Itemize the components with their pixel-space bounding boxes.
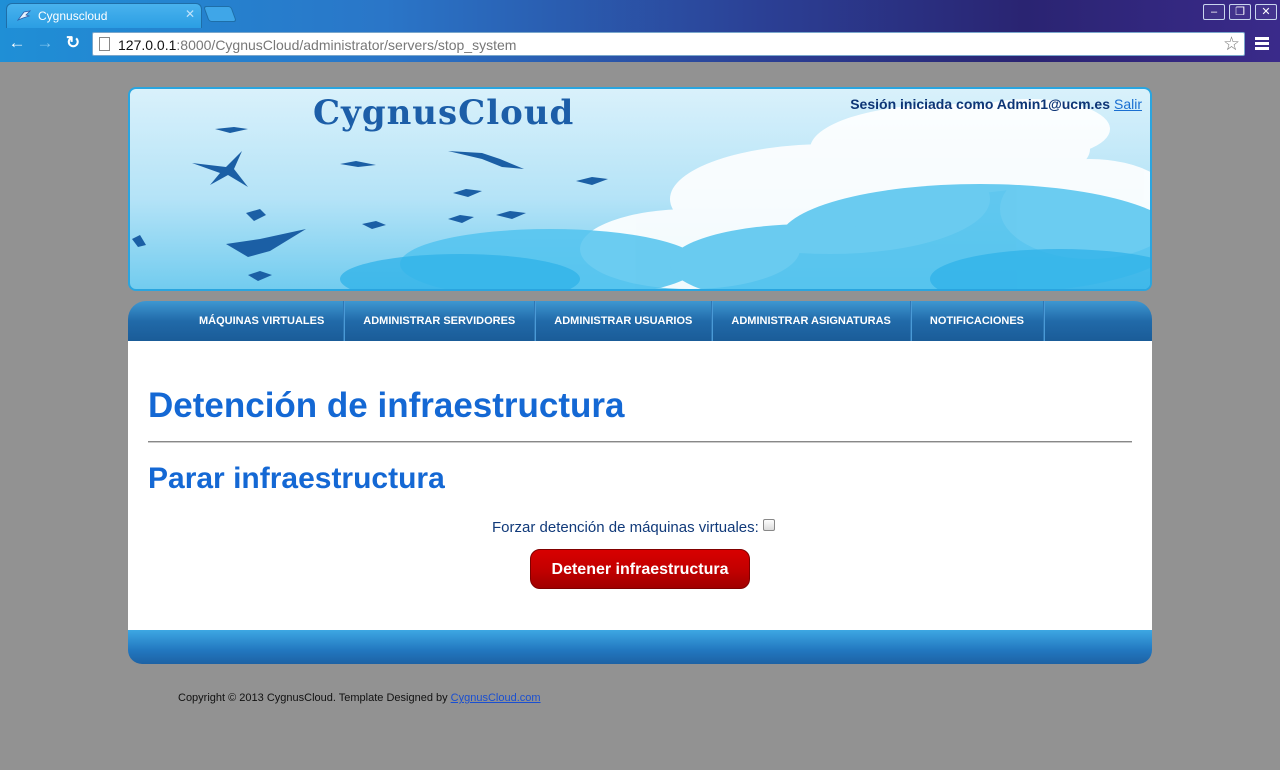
nav-item-manage-users[interactable]: ADMINISTRAR USUARIOS: [535, 301, 713, 341]
url-path: :8000/CygnusCloud/administrator/servers/…: [176, 37, 517, 53]
tab-close-icon[interactable]: ✕: [185, 7, 195, 21]
nav-item-manage-subjects[interactable]: ADMINISTRAR ASIGNATURAS: [712, 301, 911, 341]
section-title: Parar infraestructura: [148, 462, 445, 495]
nav-item-virtual-machines[interactable]: MÁQUINAS VIRTUALES: [180, 301, 345, 341]
browser-tab[interactable]: Cygnuscloud ✕: [6, 3, 202, 28]
bookmark-star-icon[interactable]: ☆: [1223, 33, 1240, 56]
browser-menu-icon[interactable]: [1255, 37, 1269, 51]
minimize-button[interactable]: –: [1203, 4, 1225, 20]
close-window-button[interactable]: ✕: [1255, 4, 1277, 20]
force-stop-checkbox[interactable]: [763, 519, 775, 531]
main-content: Detención de infraestructura Parar infra…: [128, 341, 1152, 630]
main-nav: MÁQUINAS VIRTUALES ADMINISTRAR SERVIDORE…: [128, 301, 1152, 341]
page-icon: [99, 37, 110, 51]
reload-icon[interactable]: ↻: [64, 34, 82, 52]
divider: [148, 441, 1132, 443]
session-text: Sesión iniciada como Admin1@ucm.es: [850, 96, 1110, 112]
force-stop-label: Forzar detención de máquinas virtuales:: [492, 519, 759, 536]
session-info: Sesión iniciada como Admin1@ucm.es Salir: [850, 96, 1142, 112]
stop-infrastructure-button[interactable]: Detener infraestructura: [530, 549, 750, 589]
new-tab-button[interactable]: [203, 6, 237, 22]
logout-link[interactable]: Salir: [1114, 96, 1142, 112]
copyright-text: Copyright © 2013 CygnusCloud. Template D…: [178, 692, 541, 704]
browser-chrome: Cygnuscloud ✕ – ❐ ✕ ← → ↻ 127.0.0.1:8000…: [0, 0, 1280, 62]
url-host: 127.0.0.1: [118, 37, 177, 53]
nav-item-notifications[interactable]: NOTIFICACIONES: [911, 301, 1045, 341]
cygnuscloud-logo: CygnusCloud: [313, 93, 575, 133]
url-text: 127.0.0.1:8000/CygnusCloud/administrator…: [118, 37, 516, 53]
page-title: Detención de infraestructura: [148, 386, 625, 425]
site-header: CygnusCloud Sesión iniciada como Admin1@…: [128, 87, 1152, 291]
cygnus-favicon-icon: [17, 10, 31, 21]
template-credit-link[interactable]: CygnusCloud.com: [451, 692, 541, 704]
copyright-label: Copyright © 2013 CygnusCloud. Template D…: [178, 692, 451, 704]
sky-banner-illustration: [132, 99, 1150, 289]
address-bar[interactable]: 127.0.0.1:8000/CygnusCloud/administrator…: [92, 32, 1245, 56]
nav-item-manage-servers[interactable]: ADMINISTRAR SERVIDORES: [344, 301, 536, 341]
tab-title: Cygnuscloud: [38, 9, 108, 23]
restore-button[interactable]: ❐: [1229, 4, 1251, 20]
back-arrow-icon[interactable]: ←: [8, 34, 26, 52]
footer-bar: [128, 630, 1152, 664]
forward-arrow-icon[interactable]: →: [36, 34, 54, 52]
